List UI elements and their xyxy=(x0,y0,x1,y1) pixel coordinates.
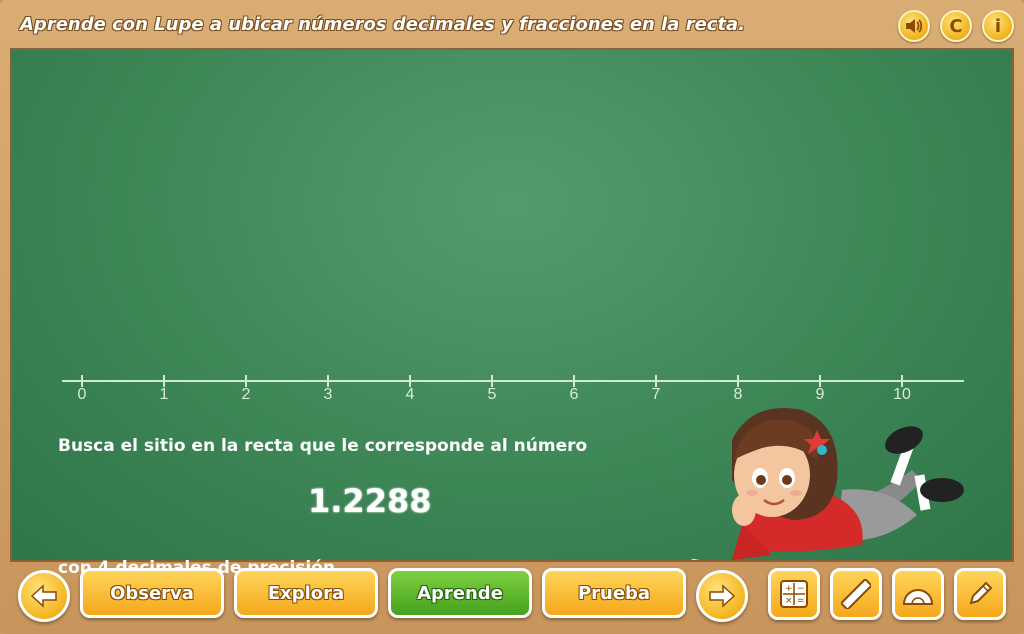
chalkboard: Busca el sitio en la recta que le corres… xyxy=(10,48,1014,578)
pencil-icon xyxy=(969,581,993,605)
target-number: 1.2288 xyxy=(308,482,432,520)
tab-prueba[interactable]: Prueba xyxy=(542,568,686,618)
tab-explora[interactable]: Explora xyxy=(234,568,378,618)
back-button[interactable] xyxy=(18,570,70,622)
svg-text:−: − xyxy=(797,584,805,594)
tab-aprende[interactable]: Aprende xyxy=(388,568,532,618)
svg-text:=: = xyxy=(797,596,805,606)
protractor-button[interactable] xyxy=(892,568,944,620)
next-button[interactable] xyxy=(696,570,748,622)
bottom-toolbar: Observa Explora Aprende Prueba + − × = xyxy=(0,562,1024,634)
number-line-label: 10 xyxy=(893,386,911,403)
number-line-label: 1 xyxy=(159,386,169,403)
number-line-label: 4 xyxy=(405,386,415,403)
arrow-right-icon xyxy=(709,584,736,608)
calculator-icon: + − × = xyxy=(780,580,808,608)
number-line-label: 0 xyxy=(77,386,87,403)
svg-text:+: + xyxy=(785,584,793,594)
info-button[interactable]: i xyxy=(982,10,1014,42)
sound-button[interactable] xyxy=(898,10,930,42)
ruler-button[interactable] xyxy=(830,568,882,620)
ruler-icon xyxy=(841,579,871,609)
title-bar: Aprende con Lupe a ubicar números decima… xyxy=(8,6,1016,46)
number-line-label: 3 xyxy=(323,386,333,403)
number-line-label: 2 xyxy=(241,386,251,403)
app-frame: Aprende con Lupe a ubicar números decima… xyxy=(0,0,1024,634)
exercise-prompt: Busca el sitio en la recta que le corres… xyxy=(58,436,588,456)
protractor-icon xyxy=(902,589,934,605)
svg-text:×: × xyxy=(785,596,793,606)
number-line-label: 5 xyxy=(487,386,497,403)
number-line-label: 6 xyxy=(569,386,579,403)
number-line-label: 9 xyxy=(815,386,825,403)
page-title: Aprende con Lupe a ubicar números decima… xyxy=(20,14,746,35)
tab-observa[interactable]: Observa xyxy=(80,568,224,618)
number-line-label: 8 xyxy=(733,386,743,403)
calculator-button[interactable]: + − × = xyxy=(768,568,820,620)
arrow-left-icon xyxy=(30,584,57,608)
credits-button[interactable]: C xyxy=(940,10,972,42)
speaker-icon xyxy=(906,19,923,33)
pencil-button[interactable] xyxy=(954,568,1006,620)
number-line-label: 7 xyxy=(651,386,661,403)
